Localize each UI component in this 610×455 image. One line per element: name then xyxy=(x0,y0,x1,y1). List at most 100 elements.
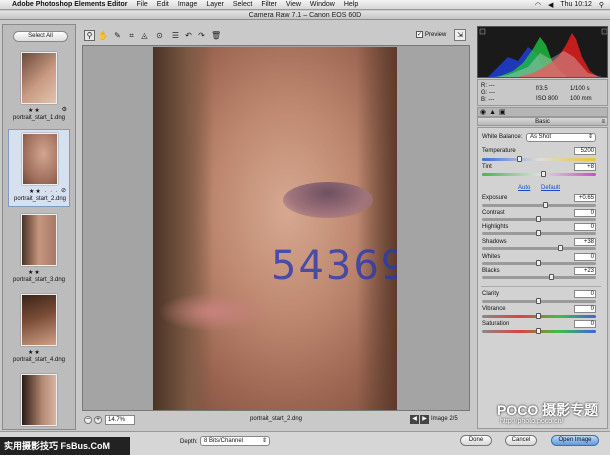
slider-knob[interactable] xyxy=(536,230,541,236)
panel-tabs: ◉ ▲ ▣ xyxy=(477,107,608,117)
panel-title: Basic xyxy=(535,119,550,125)
auto-button[interactable]: Auto xyxy=(518,185,530,191)
slider-knob[interactable] xyxy=(516,156,522,162)
zoom-icon[interactable]: ⚲ xyxy=(84,30,95,41)
rotate-right-icon[interactable]: ↷ xyxy=(196,30,207,41)
hand-icon[interactable]: ✋ xyxy=(97,30,108,41)
slider-knob[interactable] xyxy=(536,328,541,334)
preview-checkbox[interactable]: ✓ Preview xyxy=(416,31,446,38)
rating-stars[interactable]: ★★ xyxy=(28,349,41,356)
rating-stars[interactable]: ★★ xyxy=(28,269,41,276)
select-all-button[interactable]: Select All xyxy=(13,31,68,42)
wifi-icon[interactable]: ◠ xyxy=(535,1,541,9)
slider-knob[interactable] xyxy=(542,202,548,208)
rating-stars[interactable]: ★★ · · · xyxy=(29,188,59,195)
menu-select[interactable]: Select xyxy=(233,1,252,8)
white-balance-select[interactable]: As Shot ⇕ xyxy=(526,133,596,142)
thumbnail-image xyxy=(21,374,57,426)
slider-knob[interactable] xyxy=(536,216,541,222)
menu-file[interactable]: File xyxy=(137,1,148,8)
menu-layer[interactable]: Layer xyxy=(206,1,224,8)
slider-knob[interactable] xyxy=(536,298,541,304)
depth-select[interactable]: 8 Bits/Channel ⇕ xyxy=(200,436,270,446)
menu-image[interactable]: Image xyxy=(178,1,197,8)
preferences-icon[interactable]: ☰ xyxy=(170,30,181,41)
vibrance-slider[interactable] xyxy=(482,313,596,319)
default-button[interactable]: Default xyxy=(541,185,560,191)
menu-filter[interactable]: Filter xyxy=(261,1,277,8)
checkbox-checked-icon[interactable]: ✓ xyxy=(416,31,423,38)
crop-icon[interactable]: ⌗ xyxy=(126,30,137,41)
toolbar: ⚲ ✋ ✎ ⌗ ◬ ⊙ ☰ ↶ ↷ 🗑 ✓ Preview ⇲ xyxy=(82,26,472,44)
filmstrip: Select All ★★ ⚙ portrait_start_1.dng ★★ … xyxy=(2,24,76,430)
filmstrip-thumb-4[interactable]: ★★ portrait_start_4.dng xyxy=(8,291,70,369)
menubar: Adobe Photoshop Elements Editor File Edi… xyxy=(0,0,610,10)
straighten-icon[interactable]: ◬ xyxy=(139,30,150,41)
shadows-field[interactable]: +38 xyxy=(574,238,596,246)
exposure-label: Exposure xyxy=(482,195,508,201)
cancel-button[interactable]: Cancel xyxy=(505,435,537,446)
highlights-label: Highlights xyxy=(482,224,509,230)
open-image-button[interactable]: Open Image xyxy=(551,435,599,446)
slider-knob[interactable] xyxy=(536,260,541,266)
whites-slider[interactable] xyxy=(482,260,596,266)
basic-tab-icon[interactable]: ◉ xyxy=(480,108,486,116)
clarity-slider[interactable] xyxy=(482,298,596,304)
blacks-label: Blacks xyxy=(482,268,500,274)
redeye-icon[interactable]: ⊙ xyxy=(154,30,165,41)
photo-hair-region xyxy=(153,47,213,410)
slider-knob[interactable] xyxy=(548,274,554,280)
next-image-button[interactable]: ▶ xyxy=(420,415,429,424)
menu-window[interactable]: Window xyxy=(310,1,335,8)
filmstrip-thumb-1[interactable]: ★★ ⚙ portrait_start_1.dng xyxy=(8,49,70,127)
clock[interactable]: Thu 10:12 xyxy=(560,1,592,8)
volume-icon[interactable]: ◀ xyxy=(548,1,553,9)
rotate-left-icon[interactable]: ↶ xyxy=(183,30,194,41)
exposure-field[interactable]: +0.65 xyxy=(574,194,596,202)
thumbnail-image xyxy=(22,133,58,185)
temperature-field[interactable]: 5200 xyxy=(574,147,596,155)
camera-calibration-tab-icon[interactable]: ▣ xyxy=(499,108,506,116)
window-title: Camera Raw 7.1 – Canon EOS 60D xyxy=(0,11,610,20)
panel-menu-icon[interactable]: ≡ xyxy=(601,118,605,126)
slider-knob[interactable] xyxy=(536,313,541,319)
slider-knob[interactable] xyxy=(540,171,546,177)
tint-field[interactable]: +8 xyxy=(574,163,596,171)
image-preview[interactable]: 543692 xyxy=(82,45,470,411)
tint-slider[interactable] xyxy=(482,171,596,177)
shadows-slider[interactable] xyxy=(482,245,596,251)
fullscreen-button[interactable]: ⇲ xyxy=(454,29,466,41)
exposure-slider[interactable] xyxy=(482,202,596,208)
menubar-status: ◠ ◀ Thu 10:12 ⚲ xyxy=(535,1,610,9)
highlights-slider[interactable] xyxy=(482,230,596,236)
highlights-field[interactable]: 0 xyxy=(574,223,596,231)
saturation-slider[interactable] xyxy=(482,328,596,334)
thumbnail-image xyxy=(21,52,57,104)
blacks-slider[interactable] xyxy=(482,274,596,280)
clarity-field[interactable]: 0 xyxy=(574,290,596,298)
menu-help[interactable]: Help xyxy=(344,1,358,8)
rating-stars[interactable]: ★★ xyxy=(28,107,41,114)
done-button[interactable]: Done xyxy=(460,435,492,446)
detail-tab-icon[interactable]: ▲ xyxy=(489,108,496,116)
white-balance-icon[interactable]: ✎ xyxy=(112,30,123,41)
saturation-field[interactable]: 0 xyxy=(574,320,596,328)
rgb-readout: R: --- G: --- B: --- xyxy=(481,83,495,104)
app-menu[interactable]: Adobe Photoshop Elements Editor xyxy=(12,1,128,8)
menu-edit[interactable]: Edit xyxy=(157,1,169,8)
contrast-slider[interactable] xyxy=(482,216,596,222)
contrast-field[interactable]: 0 xyxy=(574,209,596,217)
slider-knob[interactable] xyxy=(557,245,563,251)
blacks-field[interactable]: +23 xyxy=(574,267,596,275)
trash-icon[interactable]: 🗑 xyxy=(210,30,221,41)
filmstrip-thumb-5[interactable] xyxy=(8,371,70,429)
temperature-slider[interactable] xyxy=(482,156,596,162)
menu-view[interactable]: View xyxy=(286,1,301,8)
vibrance-field[interactable]: 0 xyxy=(574,305,596,313)
whites-field[interactable]: 0 xyxy=(574,253,596,261)
clarity-label: Clarity xyxy=(482,291,500,297)
filmstrip-thumb-2[interactable]: ★★ · · · ⊘ portrait_start_2.dng xyxy=(8,129,70,207)
spotlight-icon[interactable]: ⚲ xyxy=(599,1,604,9)
filmstrip-thumb-3[interactable]: ★★ portrait_start_3.dng xyxy=(8,211,70,289)
previous-image-button[interactable]: ◀ xyxy=(410,415,419,424)
